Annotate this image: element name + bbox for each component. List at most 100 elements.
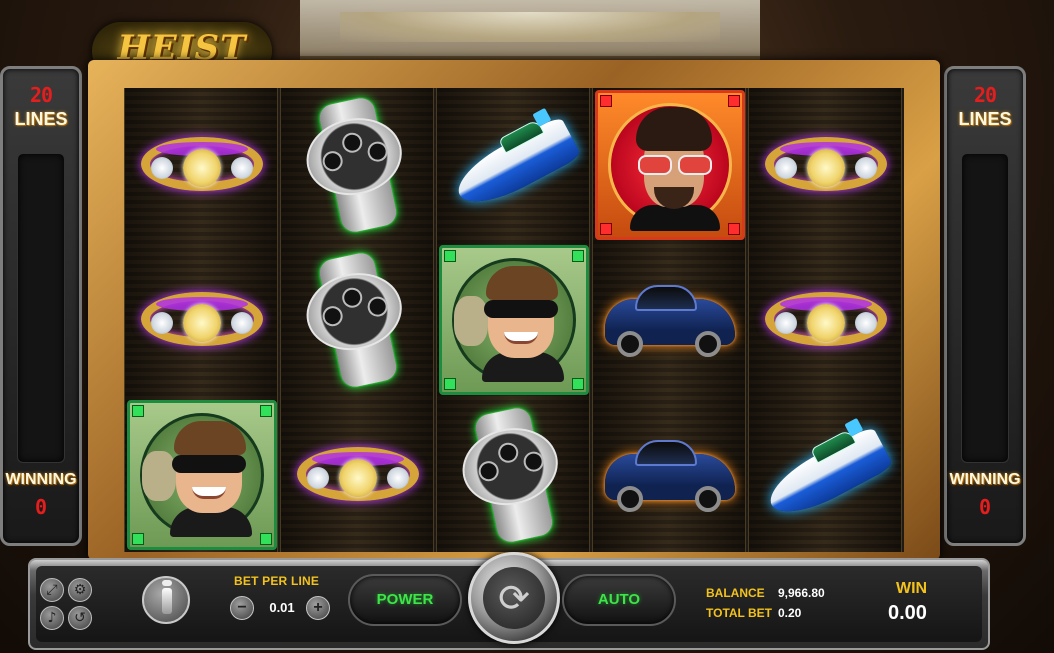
corner-gem (572, 378, 584, 390)
winning-label: WINNING (5, 471, 77, 488)
watch-dial (365, 139, 390, 164)
lines-indicator-slot (17, 153, 65, 463)
control-bar: ⤢ ⚙ ♪ ↺ BET PER LINE − 0.01 + POWER ⟳ AU… (28, 552, 990, 650)
spin-icon: ⟳ (498, 576, 530, 620)
diamond-ring-symbol (761, 129, 891, 201)
reel-cell (593, 398, 747, 552)
lines-indicator-slot (961, 153, 1009, 463)
bet-per-line-label: BET PER LINE (234, 574, 320, 588)
thief-hair (486, 266, 558, 300)
sound-off-icon[interactable]: ♪ (40, 606, 64, 630)
reel-cell (281, 398, 435, 552)
reels-area (124, 88, 904, 552)
ring-side-stone (387, 467, 409, 489)
right-lines-panel: 20 LINES WINNING 0 (944, 66, 1026, 546)
bet-per-line-value: 0.01 (269, 600, 295, 615)
reel-4 (592, 88, 746, 552)
spin-button[interactable]: ⟳ (468, 552, 560, 644)
watch-face (455, 419, 566, 514)
total-bet-value: 0.20 (778, 606, 802, 620)
total-bet-label: TOTAL BET (706, 606, 772, 620)
power-button[interactable]: POWER (348, 574, 462, 626)
diamond-ring-symbol (761, 284, 891, 356)
win-value: 0.00 (888, 602, 927, 624)
masked-thief-symbol (127, 400, 277, 550)
reel-frame (88, 60, 940, 560)
info-button[interactable] (142, 576, 190, 624)
eye-mask (484, 300, 558, 318)
reel-1 (124, 88, 278, 552)
corner-gem (132, 533, 144, 545)
ring-side-stone (151, 312, 173, 334)
watch-face (299, 109, 410, 204)
left-lines-panel: 20 LINES WINNING 0 (0, 66, 82, 546)
luxury-watch-symbol (288, 89, 428, 240)
lines-count: 20 (29, 83, 53, 107)
ring-side-stone (231, 157, 253, 179)
sports-car-symbol (601, 275, 739, 365)
ring-side-stone (855, 312, 877, 334)
boss-symbol (595, 90, 745, 240)
corner-gem (572, 250, 584, 262)
balance-label: BALANCE (706, 586, 765, 600)
ring-side-stone (151, 157, 173, 179)
car-wheel (617, 486, 643, 512)
red-sunglasses (638, 155, 712, 175)
lines-label: LINES (14, 109, 68, 129)
ring-center-stone (183, 304, 221, 342)
ring-side-stone (855, 157, 877, 179)
money-bag (142, 451, 176, 501)
watch-face (299, 264, 410, 359)
watch-dial (320, 304, 345, 329)
balance-value: 9,966.80 (778, 586, 825, 600)
reel-cell (125, 398, 279, 552)
fullscreen-icon[interactable]: ⤢ (40, 578, 64, 602)
reel-cell (125, 243, 279, 397)
winning-label: WINNING (949, 471, 1021, 488)
reel-cell (437, 243, 591, 397)
watch-dial (320, 149, 345, 174)
reel-cell (749, 243, 903, 397)
money-bag (454, 296, 488, 346)
win-label: WIN (896, 580, 928, 597)
luxury-watch-symbol (288, 244, 428, 395)
corner-gem (728, 223, 740, 235)
reel-cell (437, 88, 591, 242)
corner-gem (444, 250, 456, 262)
car-roof (635, 285, 697, 311)
reel-cell (593, 88, 747, 242)
reel-5 (748, 88, 902, 552)
speedboat-symbol (426, 80, 602, 250)
speedboat-symbol (738, 390, 914, 560)
corner-gem (444, 378, 456, 390)
ring-side-stone (307, 467, 329, 489)
eye-mask (172, 455, 246, 473)
ring-center-stone (339, 459, 377, 497)
car-wheel (695, 331, 721, 357)
corner-gem (728, 95, 740, 107)
masked-thief-symbol (439, 245, 589, 395)
watch-dial (340, 285, 365, 310)
watch-dial (521, 449, 546, 474)
reel-cell (593, 243, 747, 397)
reel-2 (280, 88, 434, 552)
ring-center-stone (183, 149, 221, 187)
history-icon[interactable]: ↺ (68, 606, 92, 630)
corner-gem (600, 95, 612, 107)
corner-gem (600, 223, 612, 235)
settings-icon[interactable]: ⚙ (68, 578, 92, 602)
info-icon (162, 580, 172, 614)
bet-decrease-button[interactable]: − (230, 596, 254, 620)
watch-dial (365, 294, 390, 319)
lines-count: 20 (973, 83, 997, 107)
corner-gem (260, 533, 272, 545)
sports-car-symbol (601, 430, 739, 520)
ring-side-stone (231, 312, 253, 334)
game-screen: HEIST 20 LINES WINNING 0 20 LINES WINNIN… (0, 0, 1054, 653)
bet-increase-button[interactable]: + (306, 596, 330, 620)
ring-side-stone (775, 312, 797, 334)
auto-button[interactable]: AUTO (562, 574, 676, 626)
ring-center-stone (807, 304, 845, 342)
corner-gem (132, 405, 144, 417)
diamond-ring-symbol (137, 129, 267, 201)
